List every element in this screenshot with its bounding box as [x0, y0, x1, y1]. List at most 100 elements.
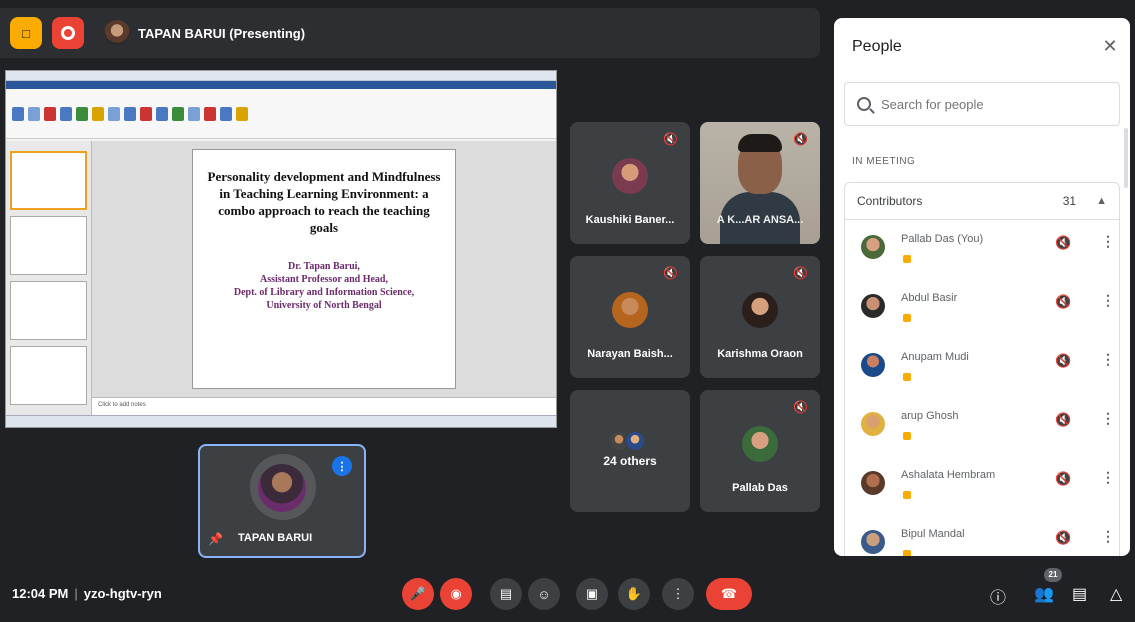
ribbon-icon [44, 106, 56, 121]
contributor-badge [903, 432, 911, 440]
clock: 12:04 PM [12, 586, 69, 601]
more-icon[interactable]: ⋮ [1101, 233, 1115, 250]
mic-off-icon: 🔇 [793, 266, 808, 280]
activities-icon[interactable]: △ [1110, 584, 1122, 604]
more-icon[interactable]: ⋮ [1101, 351, 1115, 368]
ribbon-icon [92, 106, 104, 121]
self-presenter-tile[interactable]: ⋮ 📌 TAPAN BARUI [198, 444, 366, 558]
mic-off-icon[interactable]: 🔇 [1055, 412, 1071, 428]
mic-off-icon[interactable]: 🔇 [1055, 235, 1071, 251]
chat-icon[interactable]: ▤ [1072, 584, 1087, 604]
scrollbar[interactable] [1124, 128, 1128, 188]
search-icon [857, 97, 871, 111]
ppt-statusbar [6, 415, 556, 427]
participant-name: Pallab Das (You) [901, 233, 984, 245]
captions-icon[interactable]: ▤ [490, 578, 522, 610]
people-search[interactable] [844, 82, 1120, 126]
participant-tile[interactable]: 🔇 Kaushiki Baner... [570, 122, 690, 244]
participant-name: arup Ghosh [901, 410, 959, 422]
ppt-ribbon [6, 89, 556, 139]
slide-thumbnail[interactable] [10, 216, 87, 276]
avatar [861, 412, 885, 436]
list-item[interactable]: Abdul Basir 🔇 ⋮ [845, 278, 1119, 337]
avatar [861, 294, 885, 318]
mic-off-icon[interactable]: 🔇 [1055, 471, 1071, 487]
list-item[interactable]: Bipul Mandal 🔇 ⋮ [845, 514, 1119, 556]
participant-name: Ashalata Hembram [901, 469, 996, 481]
contributor-badge [903, 255, 911, 263]
pin-icon[interactable]: 📌 [208, 532, 223, 546]
participant-name: Karishma Oraon [717, 348, 803, 360]
mic-off-icon: 🔇 [663, 266, 678, 280]
emoji-icon[interactable]: ☺ [528, 578, 560, 610]
mic-off-icon[interactable]: 🔇 [1055, 353, 1071, 369]
participant-video-tile[interactable]: 🔇 A K...AR ANSA... [700, 122, 820, 244]
record-icon[interactable] [52, 17, 84, 49]
mic-off-icon[interactable]: 🔇 [1055, 294, 1071, 310]
video-hair [738, 134, 782, 152]
panel-title: People [852, 38, 902, 55]
participant-name: Kaushiki Baner... [585, 214, 675, 226]
slide-title: Personality development and Mindfulness … [207, 169, 441, 235]
contributor-badge [903, 491, 911, 499]
slide-thumbnail[interactable] [10, 281, 87, 340]
ribbon-icon [204, 106, 216, 121]
slide-thumbnail[interactable] [10, 346, 87, 405]
list-item[interactable]: Anupam Mudi 🔇 ⋮ [845, 337, 1119, 396]
ribbon-icon [156, 106, 168, 121]
slide-thumbnail[interactable] [10, 151, 87, 211]
more-icon[interactable]: ⋮ [1101, 469, 1115, 486]
slide-dept: Dept. of Library and Information Science… [233, 287, 415, 298]
more-icon[interactable]: ⋮ [1101, 410, 1115, 427]
avatar [861, 235, 885, 259]
participant-name: Bipul Mandal [901, 528, 965, 540]
avatar [612, 158, 648, 194]
ribbon-icon [124, 106, 136, 121]
mic-off-icon: 🔇 [663, 132, 678, 146]
avatar [861, 353, 885, 377]
avatar [612, 292, 648, 328]
self-name: TAPAN BARUI [238, 532, 313, 544]
end-call-icon[interactable]: ☎ [706, 578, 752, 610]
contributors-header[interactable]: Contributors 31 ▲ [844, 182, 1120, 220]
search-input[interactable] [881, 96, 1101, 112]
chevron-up-icon[interactable]: ▲ [1096, 195, 1107, 207]
participant-name: A K...AR ANSA... [716, 214, 804, 226]
more-icon[interactable]: ⋮ [1101, 292, 1115, 309]
list-item[interactable]: Ashalata Hembram 🔇 ⋮ [845, 455, 1119, 514]
logo-icon[interactable]: □ [10, 17, 42, 49]
ribbon-icon [188, 106, 200, 121]
present-icon[interactable]: ▣ [576, 578, 608, 610]
notes-area[interactable]: Click to add notes [92, 397, 556, 415]
info-icon[interactable]: ⓘ [990, 584, 1006, 608]
camera-off-icon[interactable]: ◉ [440, 578, 472, 610]
ppt-body: Personality development and Mindfulness … [6, 141, 556, 415]
ribbon-icon [60, 106, 72, 121]
more-icon[interactable]: ⋮ [662, 578, 694, 610]
participant-tile[interactable]: 🔇 Karishma Oraon [700, 256, 820, 378]
current-slide: Personality development and Mindfulness … [192, 149, 456, 389]
more-icon[interactable]: ⋮ [1101, 528, 1115, 545]
slide-role: Assistant Professor and Head, [260, 274, 388, 285]
mic-off-icon: 🔇 [793, 400, 808, 414]
raise-hand-icon[interactable]: ✋ [618, 578, 650, 610]
participant-tile[interactable]: 🔇 Pallab Das [700, 390, 820, 512]
contributor-badge [903, 314, 911, 322]
meeting-code: yzo-hgtv-ryn [83, 586, 162, 601]
mic-off-icon[interactable]: 🔇 [1055, 530, 1071, 546]
list-item[interactable]: Pallab Das (You) 🔇 ⋮ [845, 219, 1119, 278]
mic-off-icon[interactable]: 🎤 [402, 578, 434, 610]
participant-count-badge: 21 [1044, 568, 1062, 582]
bottom-bar: 12:04 PM | yzo-hgtv-ryn 🎤 ◉ ▤ ☺ ▣ ✋ ⋮ ☎ ⓘ … [0, 562, 1135, 622]
shared-screen[interactable]: Personality development and Mindfulness … [5, 70, 557, 428]
ppt-titlebar [6, 71, 556, 81]
slide-author-block: Dr. Tapan Barui, Assistant Professor and… [203, 260, 445, 312]
people-icon[interactable]: 👥 [1034, 584, 1054, 604]
divider: | [74, 586, 78, 601]
others-label: 24 others [603, 454, 657, 468]
participant-tile[interactable]: 🔇 Narayan Baish... [570, 256, 690, 378]
others-tile[interactable]: 24 others [570, 390, 690, 512]
close-icon[interactable]: ✕ [1100, 36, 1120, 56]
list-item[interactable]: arup Ghosh 🔇 ⋮ [845, 396, 1119, 455]
slide-area: Personality development and Mindfulness … [92, 141, 556, 415]
